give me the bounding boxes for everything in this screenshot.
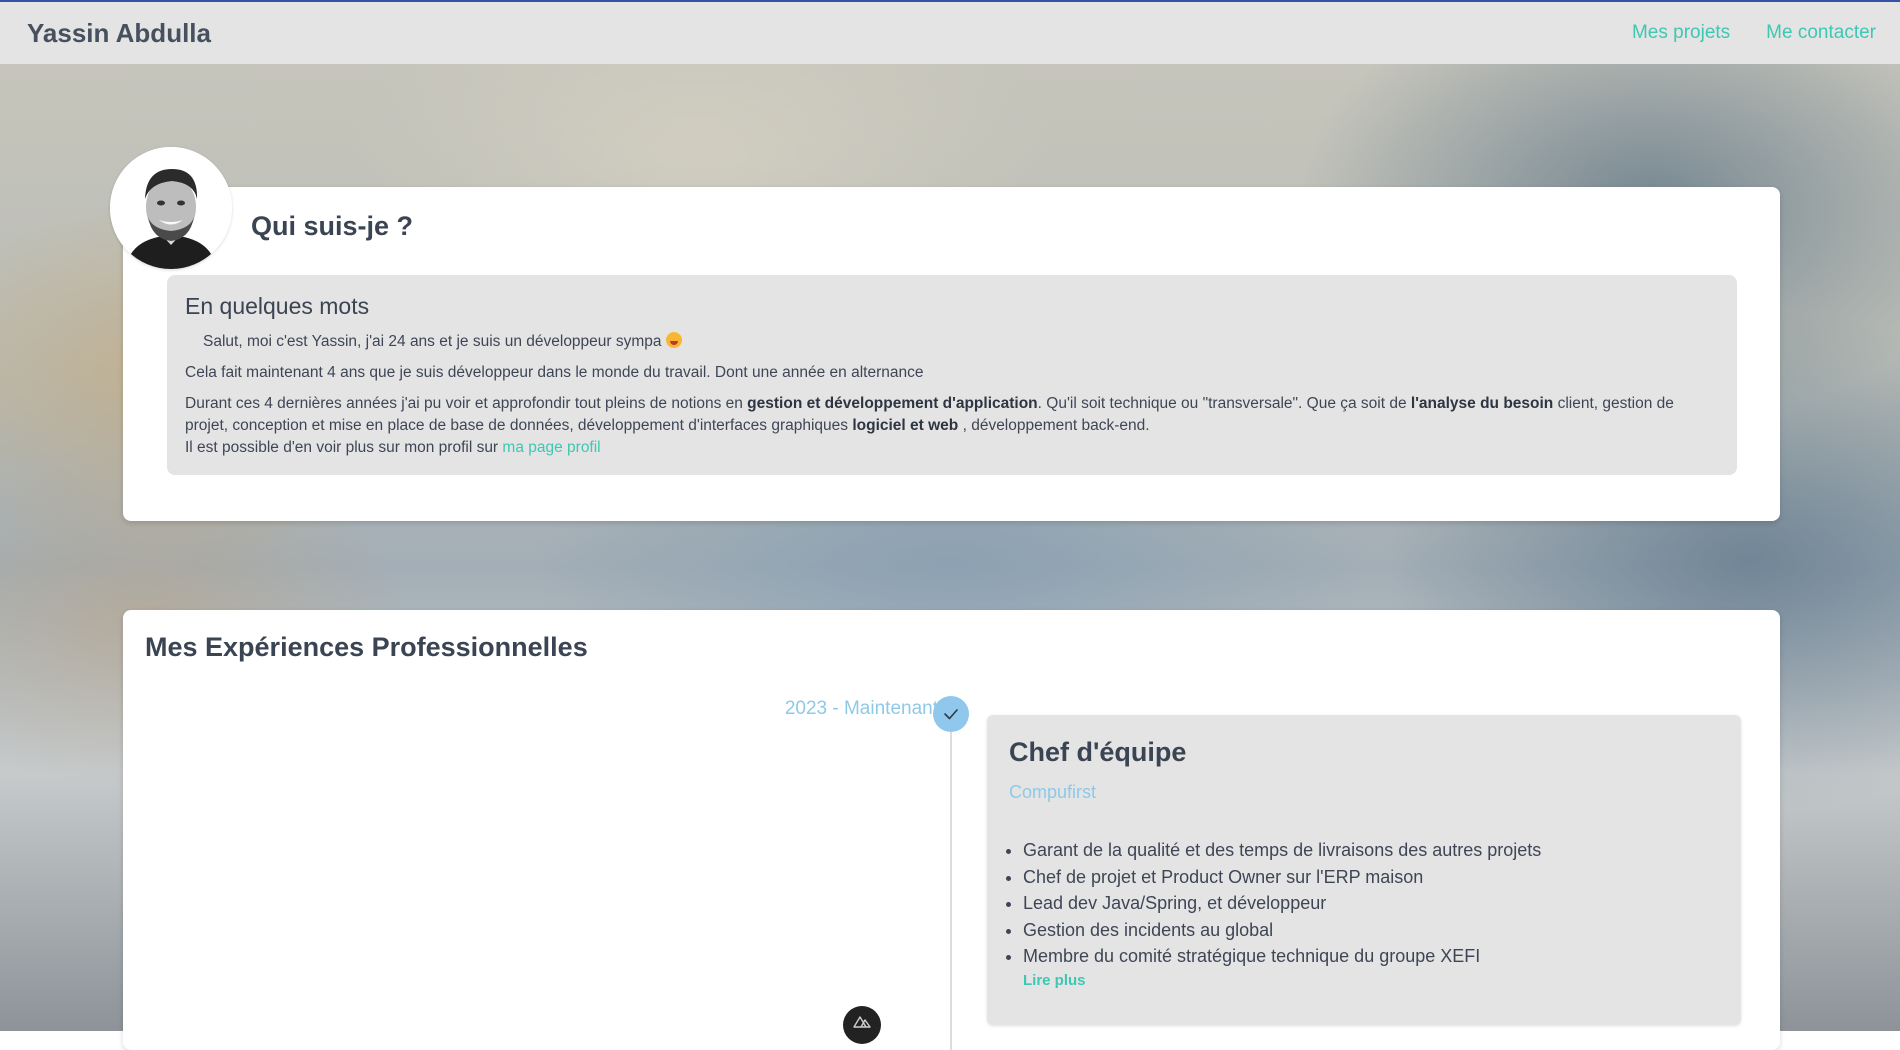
about-intro: Salut, moi c'est Yassin, j'ai 24 ans et … — [185, 331, 1719, 353]
about-words-box: En quelques mots Salut, moi c'est Yassin… — [167, 275, 1737, 475]
navbar: Yassin Abdulla Mes projets Me contacter — [0, 0, 1900, 64]
nav-link-contact[interactable]: Me contacter — [1766, 22, 1876, 44]
experience-card: Mes Expériences Professionnelles 2023 - … — [123, 610, 1780, 1050]
about-paragraph-4: Il est possible d'en voir plus sur mon p… — [185, 439, 601, 456]
list-item: Gestion des incidents au global — [1023, 917, 1719, 944]
list-item: Chef de projet et Product Owner sur l'ER… — [1023, 864, 1719, 891]
profile-page-link[interactable]: ma page profil — [502, 439, 600, 456]
about-subtitle: En quelques mots — [185, 293, 370, 319]
about-title: Qui suis-je ? — [251, 211, 414, 241]
about-paragraph-3: Durant ces 4 dernières années j'ai pu vo… — [185, 395, 1674, 434]
experience-item: Chef d'équipe Compufirst Garant de la qu… — [987, 715, 1741, 1025]
job-company: Compufirst — [1009, 782, 1097, 802]
nav-links: Mes projets Me contacter — [1632, 22, 1876, 44]
nuxt-logo-icon[interactable] — [843, 1006, 881, 1044]
check-icon — [944, 709, 958, 720]
smiling-emoji-icon — [665, 332, 682, 348]
read-more-link[interactable]: Lire plus — [1023, 972, 1086, 989]
avatar-portrait — [110, 147, 232, 269]
job-title: Chef d'équipe — [1009, 737, 1187, 767]
about-card: Qui suis-je ? En quelques mots Salut, mo… — [123, 187, 1780, 521]
brand-name[interactable]: Yassin Abdulla — [27, 18, 211, 49]
about-paragraph-2: Cela fait maintenant 4 ans que je suis d… — [185, 364, 924, 381]
timeline-date: 2023 - Maintenant — [784, 698, 938, 719]
job-bullets: Garant de la qualité et des temps de liv… — [1009, 837, 1719, 970]
list-item: Lead dev Java/Spring, et développeur — [1023, 890, 1719, 917]
experience-title: Mes Expériences Professionnelles — [145, 632, 588, 662]
nav-link-projects[interactable]: Mes projets — [1632, 22, 1730, 44]
timeline-dot — [933, 696, 969, 732]
avatar — [110, 147, 232, 269]
timeline-line — [950, 730, 952, 1050]
list-item: Membre du comité stratégique technique d… — [1023, 943, 1719, 970]
list-item: Garant de la qualité et des temps de liv… — [1023, 837, 1719, 864]
